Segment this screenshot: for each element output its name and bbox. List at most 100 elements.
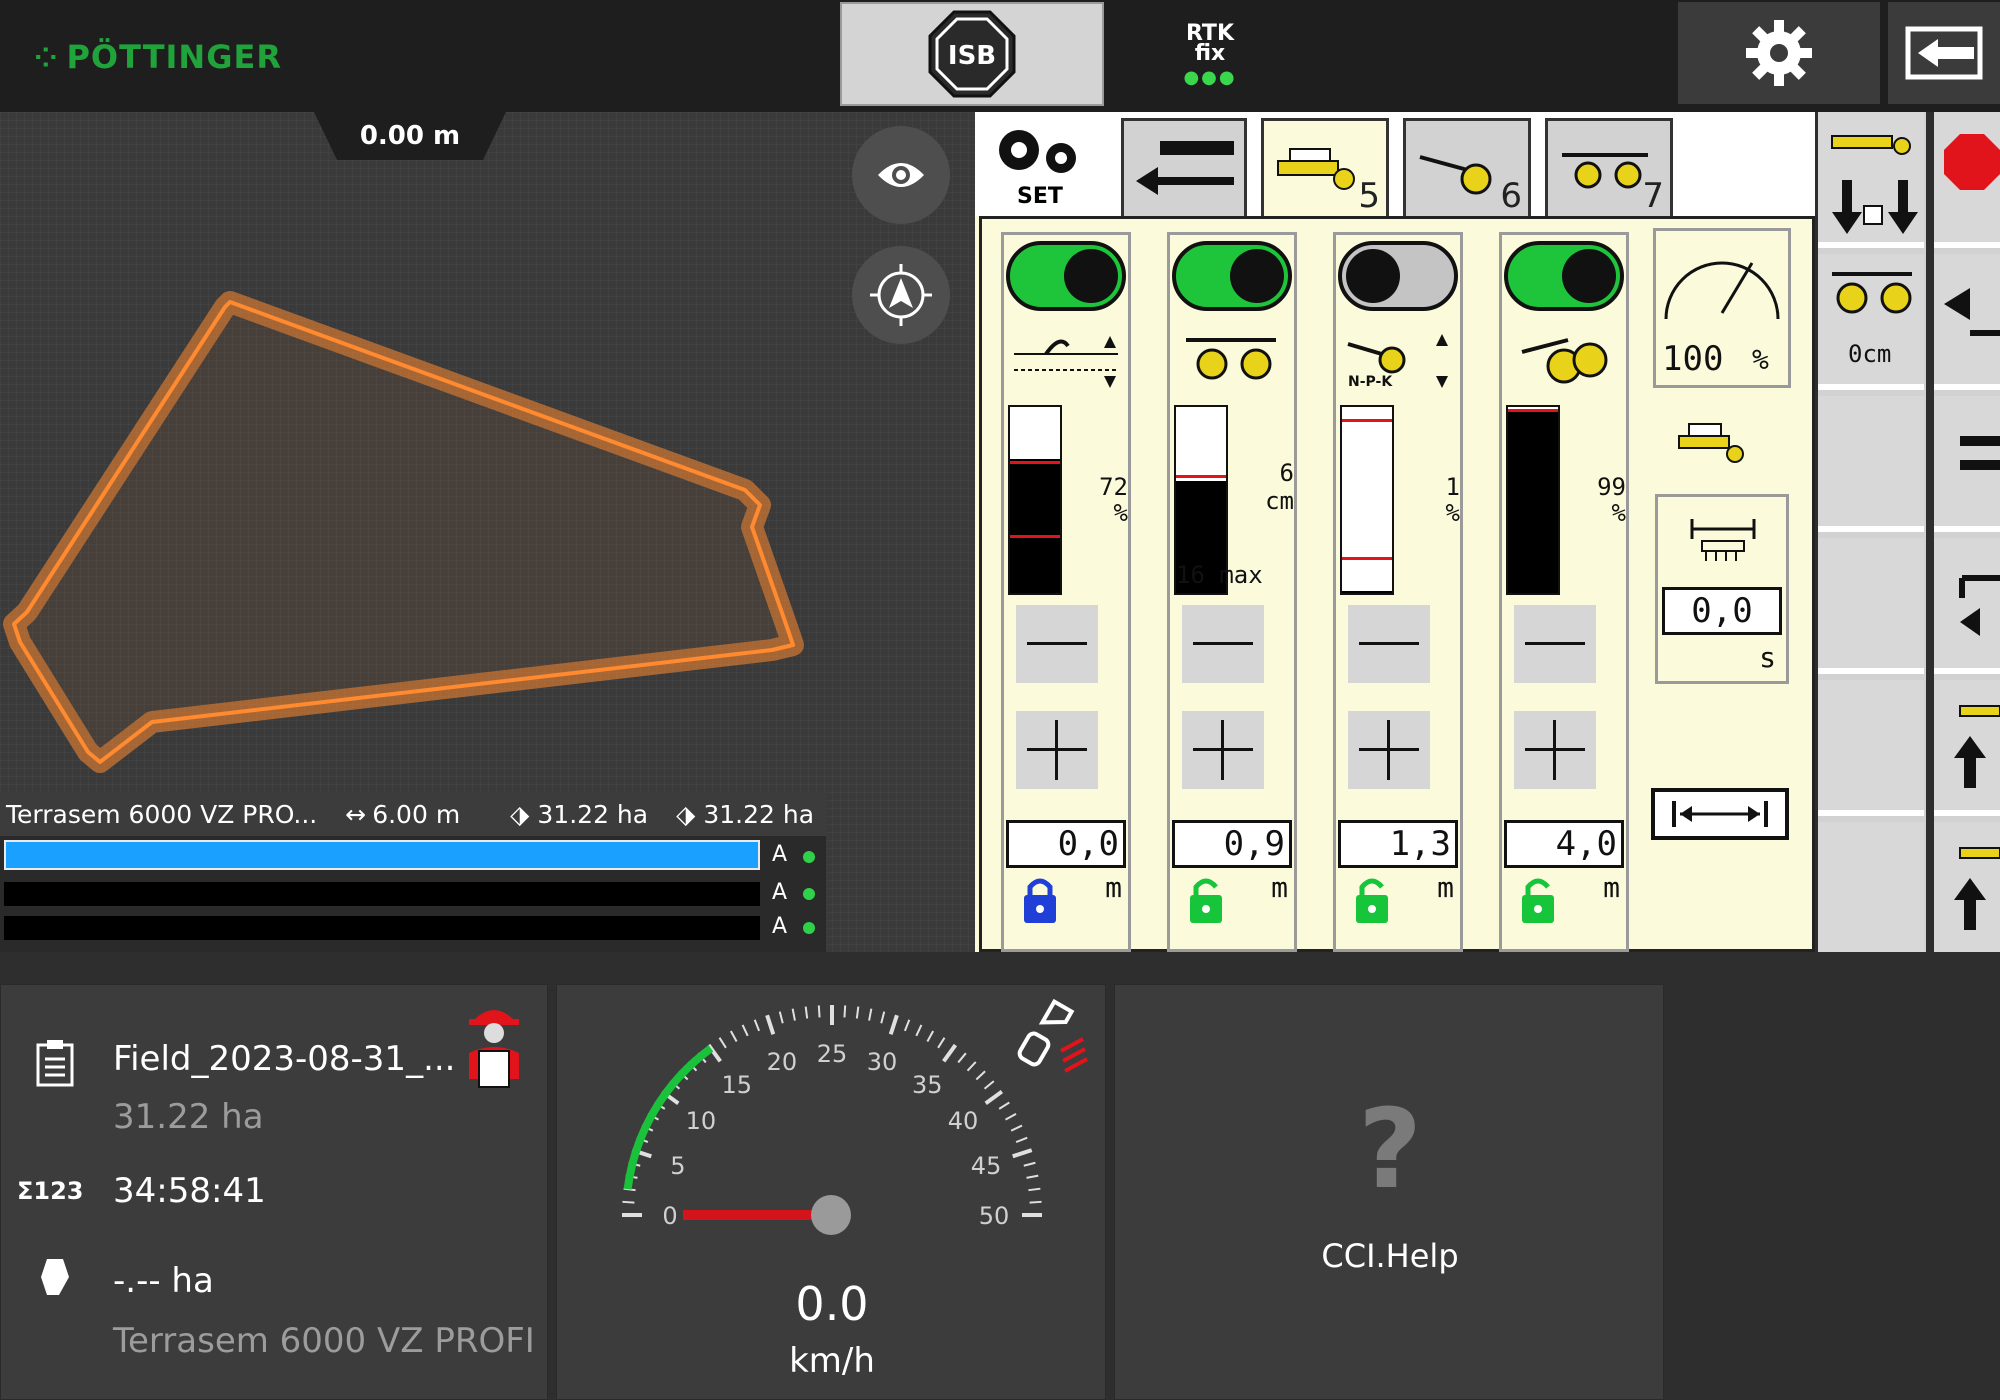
roller-gauge: [1506, 405, 1560, 595]
value-field[interactable]: 0,9: [1172, 820, 1292, 868]
delay-box[interactable]: 0,0 s: [1655, 494, 1789, 684]
tab-number: 7: [1642, 176, 1664, 216]
softkey-lines[interactable]: [1934, 396, 2000, 532]
working-width-button[interactable]: [1651, 788, 1789, 840]
clipboard-icon: [36, 1040, 74, 1087]
section-status-dot: [803, 922, 815, 934]
value-field[interactable]: 4,0: [1504, 820, 1624, 868]
compass-icon: [870, 264, 932, 326]
softkey-arrow-left[interactable]: [1934, 254, 2000, 390]
speed-minor-tick: [791, 1008, 796, 1021]
coulter-toggle[interactable]: [1006, 241, 1126, 311]
gauge-limit-line: [1342, 557, 1392, 560]
speed-minor-tick: [975, 1070, 986, 1081]
softkey-empty[interactable]: [1818, 538, 1924, 674]
softkey-return[interactable]: [1934, 538, 2000, 674]
value-unit: m: [1437, 871, 1454, 904]
toggle-knob: [1230, 249, 1284, 303]
increase-button[interactable]: [1182, 711, 1264, 789]
delay-value[interactable]: 0,0: [1662, 587, 1782, 635]
increase-button[interactable]: [1348, 711, 1430, 789]
view-toggle-button[interactable]: [852, 126, 950, 224]
center-position-button[interactable]: [852, 246, 950, 344]
softkey-empty[interactable]: [1818, 822, 1924, 958]
lock-open-icon: [1190, 878, 1222, 923]
decrease-button[interactable]: [1016, 605, 1098, 683]
speed-minor-tick: [983, 1080, 995, 1090]
tab-seeder-5[interactable]: 5: [1261, 118, 1389, 216]
softkey-lift-lower[interactable]: [1818, 112, 1924, 248]
decrease-button[interactable]: [1514, 605, 1596, 683]
increase-button[interactable]: [1016, 711, 1098, 789]
softkey-offset[interactable]: 0cm: [1818, 254, 1924, 390]
farmer-icon: [469, 1010, 519, 1088]
clover-icon: ⁘: [34, 40, 59, 74]
tab-roller-6[interactable]: 6: [1403, 118, 1531, 216]
increase-button[interactable]: [1514, 711, 1596, 789]
roller-toggle[interactable]: [1504, 241, 1624, 311]
decrease-button[interactable]: [1348, 605, 1430, 683]
speed-percent-box[interactable]: 100 %: [1653, 228, 1791, 388]
tab-switch-implement[interactable]: [1121, 118, 1247, 216]
delay-unit: s: [1759, 641, 1776, 674]
softkey-column: 0cm: [1818, 112, 1926, 958]
speed-value: 0.0: [795, 1277, 869, 1331]
section-status-dot: [803, 851, 815, 863]
speed-tick-label: 35: [912, 1071, 943, 1099]
area-icon: ⬗: [510, 799, 530, 829]
softkey-empty[interactable]: [1818, 396, 1924, 532]
working-width: 6.00 m: [372, 799, 461, 829]
plus-icon: [1525, 720, 1585, 780]
rtk-fix-label: fix: [1194, 41, 1226, 66]
tab-discs-7[interactable]: 7: [1545, 118, 1673, 216]
speedometer-card: 0 5 10 15 20 25 30 35 40 45 50 0.0 km/h: [556, 984, 1106, 1400]
brand-logo: ⁘ PÖTTINGER: [34, 38, 282, 76]
minus-icon: [1525, 642, 1585, 645]
speed-minor-tick: [843, 1005, 847, 1018]
lock-closed-icon: [1024, 878, 1056, 923]
discs-offset-icon: [1832, 272, 1912, 314]
width-icon: ↔: [345, 799, 367, 829]
implement-panel: SET 5 6 7 72 % 0,0 m 6 cm 16 max 0,9 m N…: [975, 112, 1815, 952]
speed-tick-label: 0: [662, 1202, 677, 1230]
section-label: A: [772, 880, 788, 905]
implement-info-row: Terrasem 6000 VZ PRO... ↔ 6.00 m ⬗ 31.22…: [0, 792, 826, 836]
speed-minor-tick: [741, 1024, 749, 1037]
speed-minor-tick: [998, 1101, 1010, 1110]
softkey-raise-2[interactable]: [1934, 822, 2000, 958]
gauge-fill: [1010, 459, 1060, 593]
decrease-button[interactable]: [1182, 605, 1264, 683]
stop-sign-icon: [1944, 134, 2000, 190]
value-field[interactable]: 1,3: [1338, 820, 1458, 868]
speed-minor-tick: [1028, 1187, 1041, 1192]
isb-button[interactable]: ISB: [840, 2, 1104, 106]
gauge-fill: [1508, 408, 1558, 593]
softkey-empty[interactable]: [1818, 680, 1924, 816]
exit-button[interactable]: [1888, 2, 2000, 104]
counter-time: 34:58:41: [113, 1171, 266, 1211]
speed-tick-label: 30: [867, 1048, 898, 1076]
top-bar: ⁘ PÖTTINGER ISB RTK fix ●●●: [0, 0, 2000, 112]
tab-settings[interactable]: SET: [983, 118, 1093, 216]
section-status-dot: [803, 888, 815, 900]
settings-button[interactable]: [1678, 2, 1880, 104]
softkey-stop[interactable]: [1934, 112, 2000, 248]
set-label: SET: [1017, 184, 1063, 209]
worked-area: -.-- ha: [113, 1261, 214, 1301]
speed-tick-label: 40: [948, 1107, 979, 1135]
help-card[interactable]: ? CCI.Help: [1114, 984, 1664, 1400]
lift-lower-icon: [1831, 135, 1918, 234]
speed-minor-tick: [1015, 1136, 1028, 1144]
job-card[interactable]: Field_2023-08-31_... 31.22 ha Σ123 34:58…: [0, 984, 548, 1400]
fertilizer-gauge: [1340, 405, 1394, 595]
softkey-raise-1[interactable]: [1934, 680, 2000, 816]
depth-toggle[interactable]: [1172, 241, 1292, 311]
speed-tick-label: 50: [979, 1202, 1010, 1230]
section-label: A: [772, 914, 788, 939]
gauge-value: 72: [1099, 473, 1128, 501]
speed-major-tick: [984, 1089, 1004, 1105]
value-field[interactable]: 0,0: [1006, 820, 1126, 868]
speed-major-tick: [765, 1014, 776, 1035]
help-label: CCI.Help: [1321, 1237, 1459, 1275]
fertilizer-toggle[interactable]: [1338, 241, 1458, 311]
